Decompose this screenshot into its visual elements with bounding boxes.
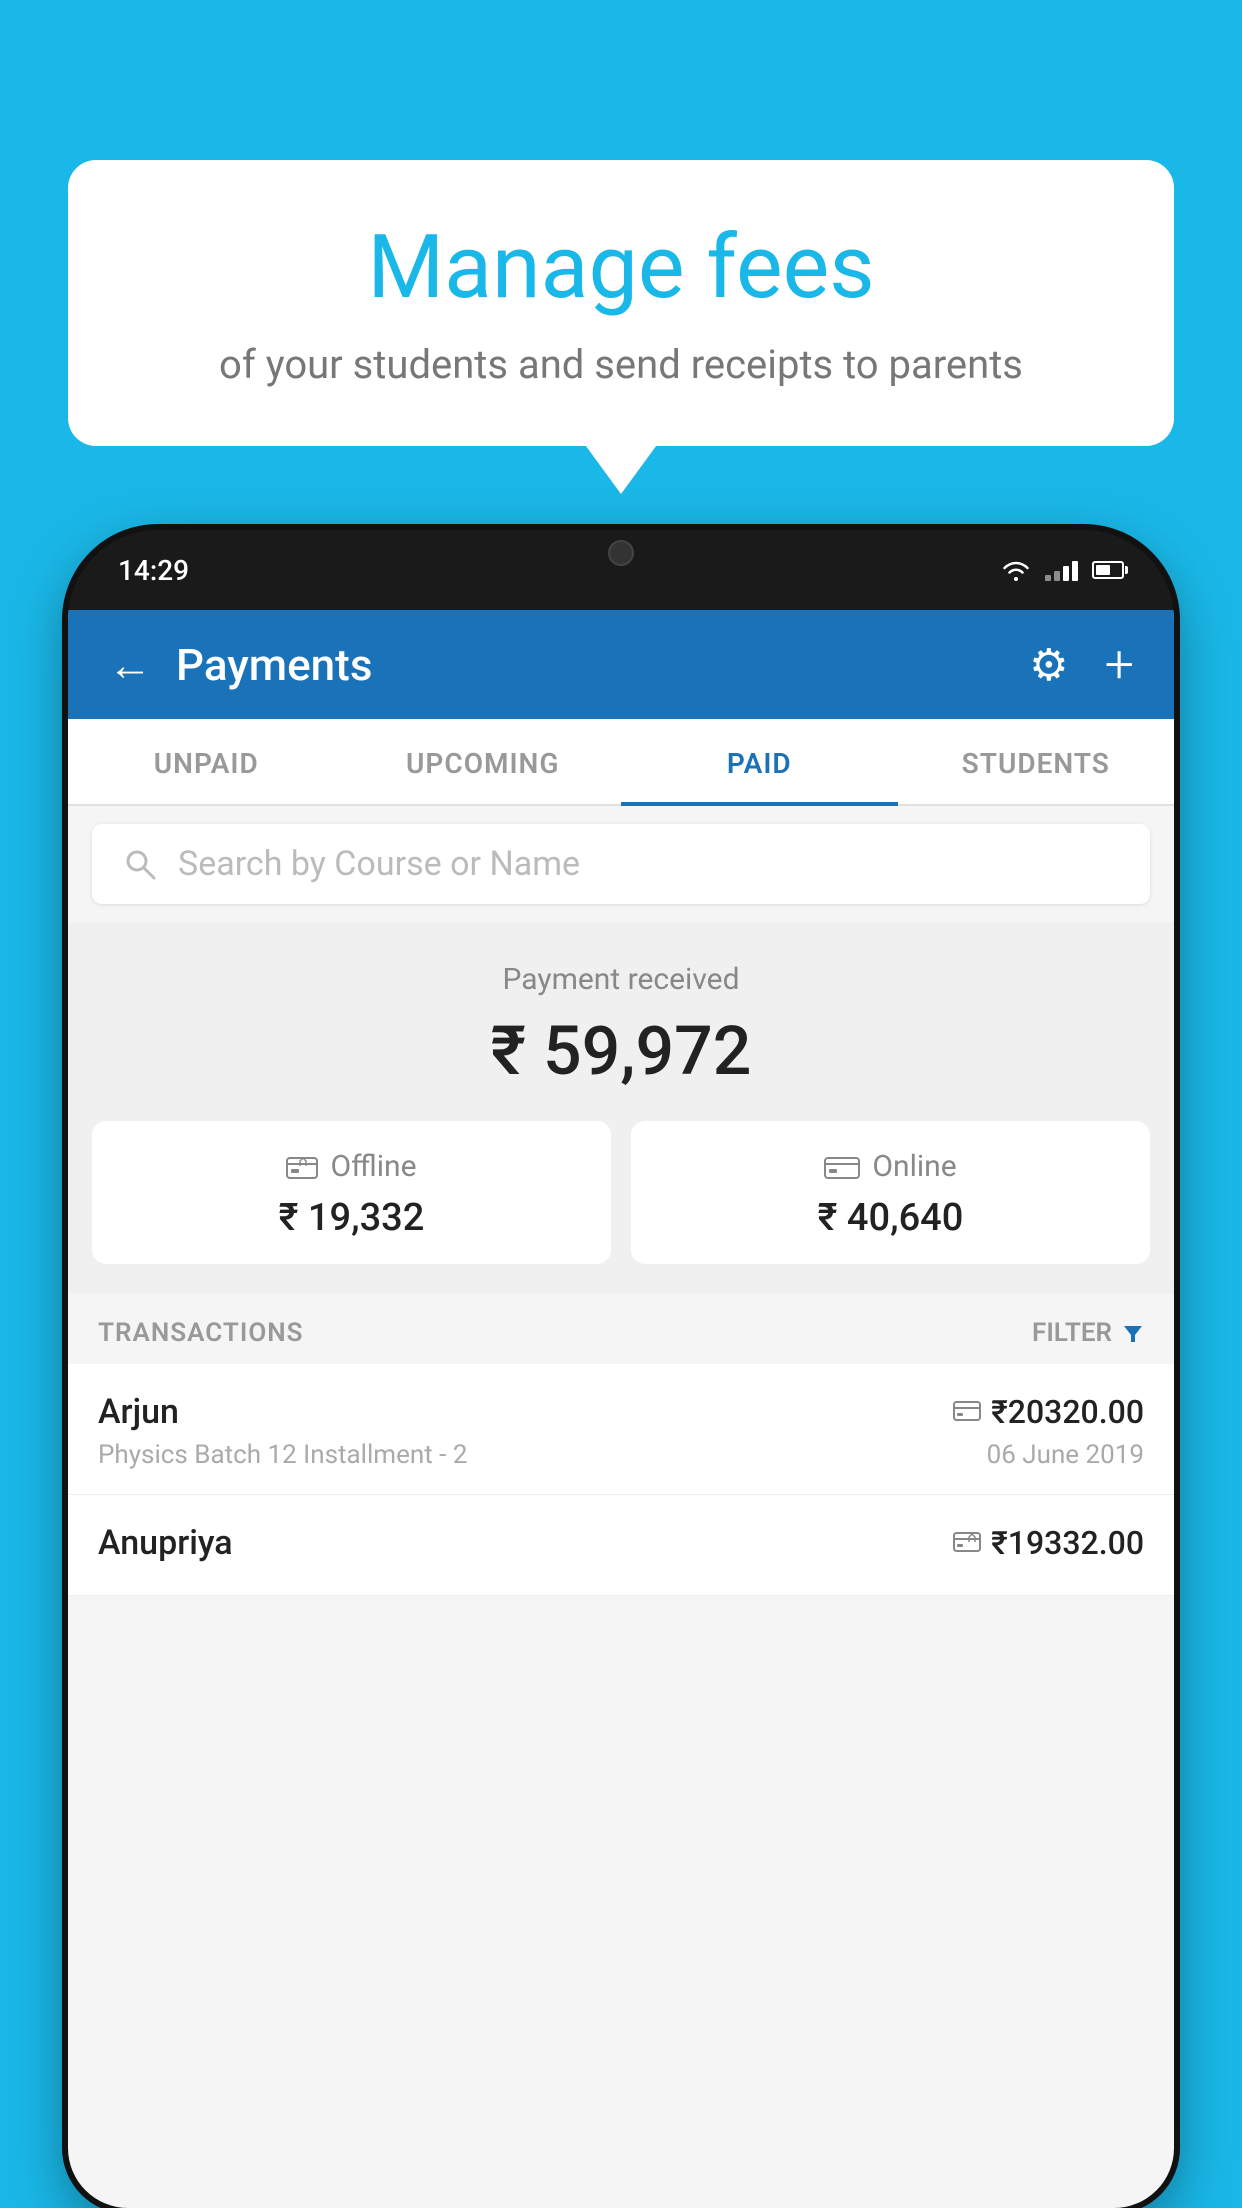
- search-placeholder: Search by Course or Name: [178, 844, 580, 884]
- transaction-name: Arjun: [98, 1392, 179, 1432]
- tab-paid[interactable]: PAID: [621, 719, 898, 806]
- offline-card-header: Offline: [116, 1149, 587, 1184]
- payment-total-amount: ₹ 59,972: [92, 1011, 1150, 1091]
- filter-icon: [1122, 1322, 1144, 1344]
- online-label: Online: [872, 1149, 956, 1184]
- payment-summary: Payment received ₹ 59,972 Offline ₹ 19,: [68, 922, 1174, 1294]
- transaction-bottom: Physics Batch 12 Installment - 2 06 June…: [98, 1440, 1144, 1470]
- transaction-row[interactable]: Arjun ₹20320.00 Physics Batch 12 Install…: [68, 1364, 1174, 1495]
- transaction-amount: ₹19332.00: [991, 1524, 1144, 1562]
- payment-received-label: Payment received: [92, 962, 1150, 997]
- transaction-name: Anupriya: [98, 1523, 233, 1563]
- transaction-amount-wrapper: ₹20320.00: [953, 1393, 1144, 1431]
- signal-icon: [1045, 559, 1078, 581]
- bubble-subtitle: of your students and send receipts to pa…: [118, 339, 1124, 391]
- add-button[interactable]: +: [1105, 634, 1134, 695]
- search-icon: [122, 846, 158, 882]
- transactions-header: TRANSACTIONS FILTER: [68, 1294, 1174, 1364]
- tabs-bar: UNPAID UPCOMING PAID STUDENTS: [68, 719, 1174, 806]
- transaction-detail: Physics Batch 12 Installment - 2: [98, 1440, 467, 1470]
- transaction-top: Anupriya ₹19332.00: [98, 1523, 1144, 1563]
- offline-card: Offline ₹ 19,332: [92, 1121, 611, 1264]
- settings-icon[interactable]: ⚙: [1029, 639, 1068, 691]
- online-payment-icon: [824, 1153, 860, 1181]
- status-time: 14:29: [118, 554, 189, 587]
- filter-button[interactable]: FILTER: [1032, 1318, 1144, 1348]
- tab-students[interactable]: STUDENTS: [898, 719, 1175, 806]
- transaction-amount: ₹20320.00: [991, 1393, 1144, 1431]
- offline-payment-icon: [286, 1153, 318, 1181]
- filter-label: FILTER: [1032, 1318, 1112, 1348]
- online-amount: ₹ 40,640: [655, 1196, 1126, 1240]
- bubble-title: Manage fees: [118, 220, 1124, 317]
- offline-amount: ₹ 19,332: [116, 1196, 587, 1240]
- status-bar: 14:29: [68, 530, 1174, 610]
- offline-label: Offline: [330, 1149, 416, 1184]
- phone-frame: 14:29: [68, 530, 1174, 2208]
- transaction-row[interactable]: Anupriya ₹19332.00: [68, 1495, 1174, 1596]
- transaction-amount-wrapper: ₹19332.00: [953, 1524, 1144, 1562]
- speech-bubble: Manage fees of your students and send re…: [68, 160, 1174, 446]
- transactions-label: TRANSACTIONS: [98, 1318, 304, 1348]
- battery-icon: [1092, 561, 1124, 579]
- tab-upcoming[interactable]: UPCOMING: [345, 719, 622, 806]
- header-left: ← Payments: [108, 639, 372, 691]
- transaction-top: Arjun ₹20320.00: [98, 1392, 1144, 1432]
- back-button[interactable]: ←: [108, 639, 152, 691]
- camera: [608, 540, 634, 566]
- online-transaction-icon: [953, 1401, 981, 1423]
- transaction-date: 06 June 2019: [987, 1440, 1144, 1470]
- offline-transaction-icon: [953, 1532, 981, 1554]
- header-title: Payments: [176, 639, 372, 691]
- online-card-header: Online: [655, 1149, 1126, 1184]
- header-right: ⚙ +: [1029, 634, 1134, 695]
- app-header: ← Payments ⚙ +: [68, 610, 1174, 719]
- tab-unpaid[interactable]: UNPAID: [68, 719, 345, 806]
- wifi-icon: [1001, 559, 1031, 581]
- phone-screen: ← Payments ⚙ + UNPAID UPCOMING PAID STUD…: [68, 610, 1174, 2208]
- status-icons: [1001, 559, 1124, 581]
- search-bar[interactable]: Search by Course or Name: [92, 824, 1150, 904]
- phone-notch: [561, 530, 681, 576]
- payment-cards: Offline ₹ 19,332 Online ₹ 40,640: [92, 1121, 1150, 1264]
- online-card: Online ₹ 40,640: [631, 1121, 1150, 1264]
